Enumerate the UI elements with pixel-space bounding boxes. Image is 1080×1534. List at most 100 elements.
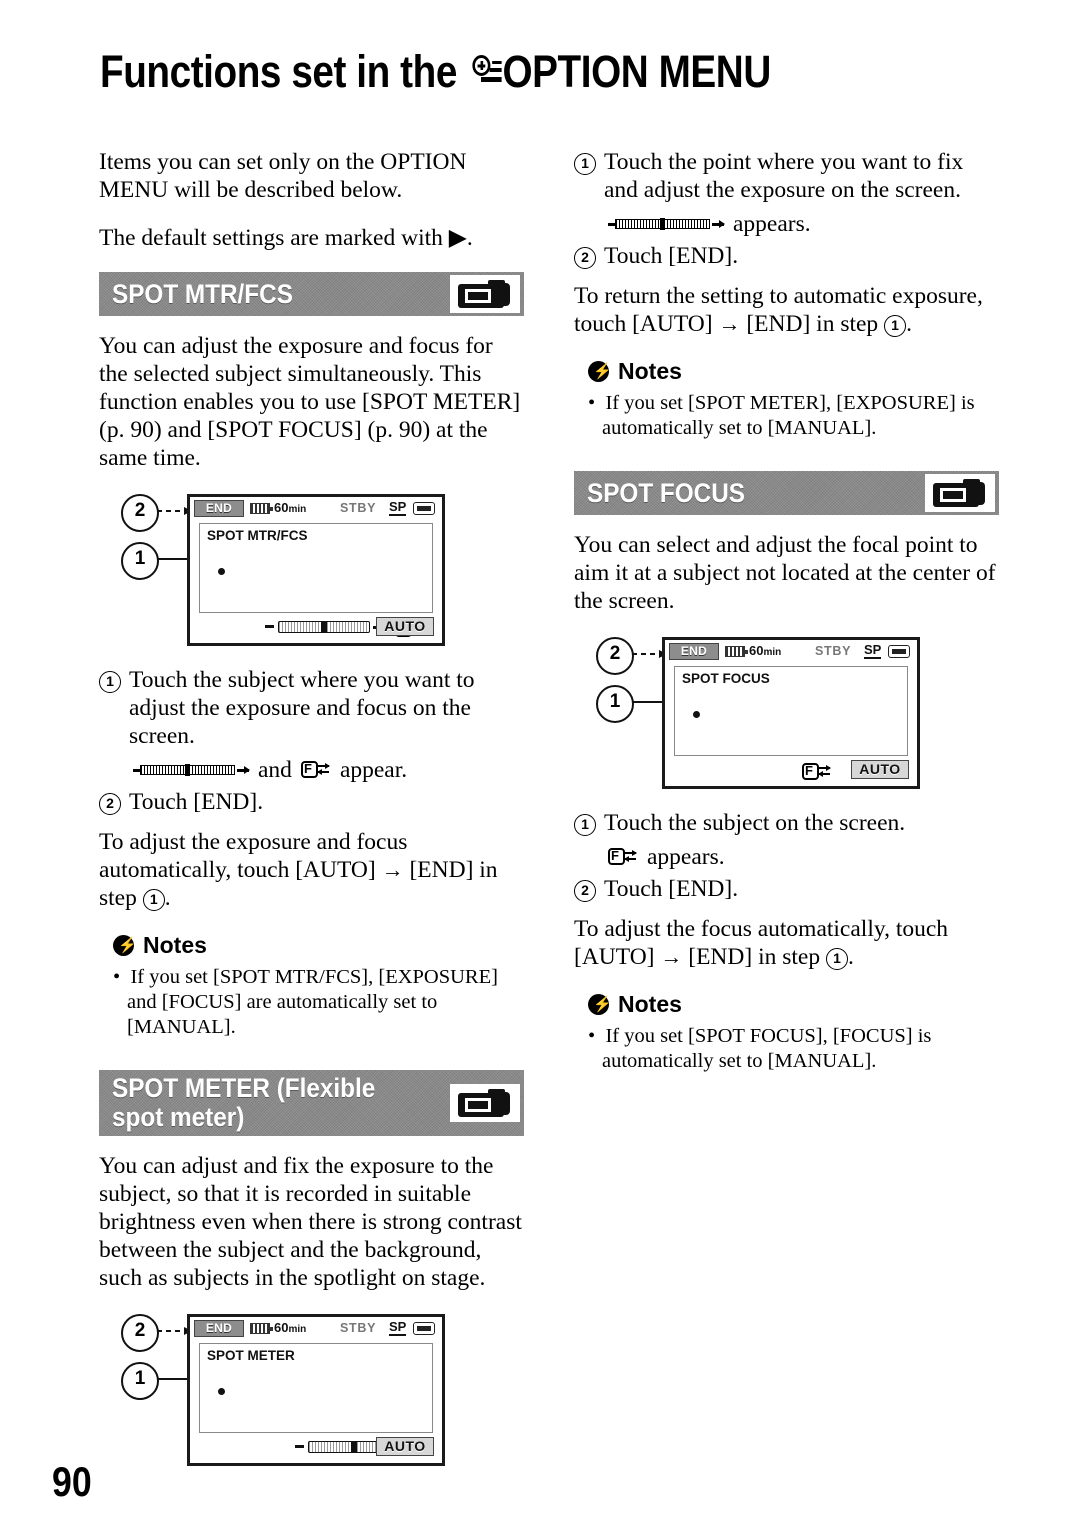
- record-mode: STBY: [815, 644, 852, 658]
- step-ref: 1: [884, 315, 907, 337]
- lcd-viewfinder-area[interactable]: SPOT MTR/FCS: [199, 523, 433, 613]
- auto-note-end: .: [906, 311, 912, 337]
- auto-note-end: .: [164, 885, 171, 911]
- auto-return-note: To adjust the focus automatically, touch…: [574, 915, 999, 971]
- spot-focus-glyph: F: [608, 847, 638, 867]
- section-header-label: SPOT METER (Flexible spot meter): [112, 1073, 376, 1132]
- step-number: 1: [574, 148, 604, 204]
- note-item: If you set [SPOT METER], [EXPOSURE] is a…: [588, 391, 999, 441]
- notes-heading-label: Notes: [618, 358, 682, 384]
- page-title-prefix: Functions set in the: [100, 46, 468, 97]
- battery-icon: [725, 646, 748, 657]
- section-body-spot-focus: You can select and adjust the focal poin…: [574, 532, 996, 614]
- section-header-spot-meter: SPOT METER (Flexible spot meter): [99, 1070, 524, 1136]
- minus-icon: [265, 625, 274, 628]
- end-button[interactable]: END: [194, 1320, 244, 1337]
- page-title-suffix: OPTION MENU: [502, 46, 772, 97]
- step-ref: 1: [142, 889, 165, 911]
- step-text: Touch the point where you want to fix an…: [604, 149, 964, 203]
- lcd-screen: END 60min STBY SP SPOT METER AUTO: [187, 1314, 445, 1466]
- minutes-value: 60: [274, 500, 289, 515]
- auto-button[interactable]: AUTO: [376, 617, 434, 636]
- end-button[interactable]: END: [669, 643, 719, 660]
- notes-heading: ⚡ Notes: [588, 358, 999, 385]
- minutes-unit: min: [763, 647, 782, 658]
- lightning-bolt-icon: ⚡: [113, 935, 137, 956]
- lcd-function-title: SPOT MTR/FCS: [207, 528, 308, 543]
- step-1: 1 Touch the subject where you want to ad…: [99, 666, 524, 750]
- step-text: Touch the subject where you want to adju…: [129, 667, 475, 749]
- callout-2-leader: [157, 1327, 192, 1335]
- lightning-bolt-icon: ⚡: [588, 994, 612, 1015]
- notes-heading: ⚡ Notes: [113, 932, 524, 959]
- slider-knob[interactable]: [351, 1442, 357, 1452]
- notes-heading: ⚡ Notes: [588, 991, 999, 1018]
- right-column: 1 Touch the point where you want to fix …: [574, 148, 999, 1076]
- camcorder-icon: [925, 474, 995, 512]
- left-column: Items you can set only on the OPTION MEN…: [99, 148, 524, 1486]
- step-1: 1 Touch the subject on the screen.: [574, 809, 999, 837]
- step-ref: 1: [825, 948, 848, 970]
- quality-indicator: SP: [864, 642, 882, 659]
- section-body-spot-mtr-fcs: You can adjust the exposure and focus fo…: [99, 333, 521, 471]
- figure-spot-meter: 2 1 END 60min STBY SP SPOT METER AUTO: [99, 1312, 524, 1472]
- section-header-spot-mtr-fcs: SPOT MTR/FCS: [99, 272, 524, 316]
- lcd-status-bar: END 60min STBY SP: [190, 497, 442, 521]
- result-tail: appears.: [733, 211, 811, 237]
- lcd-function-title: SPOT FOCUS: [682, 671, 770, 686]
- minutes-value: 60: [749, 643, 764, 658]
- minus-icon: [295, 1445, 304, 1448]
- minutes-value: 60: [274, 1320, 289, 1335]
- battery-icon: [250, 503, 273, 514]
- callout-1: 1: [596, 685, 634, 723]
- exposure-slider-glyph: [133, 764, 250, 776]
- option-menu-icon: [472, 53, 502, 93]
- result-tail: appear.: [339, 757, 408, 783]
- minutes-unit: min: [288, 1324, 307, 1335]
- lcd-screen: END 60min STBY SP SPOT FOCUS F AUTO: [662, 637, 920, 789]
- quality-indicator: SP: [389, 1319, 407, 1336]
- step-2: 2 Touch [END].: [574, 875, 999, 903]
- section-header-label: SPOT FOCUS: [587, 477, 745, 508]
- tape-icon: [413, 502, 435, 515]
- arrow-icon: →: [381, 857, 404, 882]
- page-title: Functions set in the OPTION MENU: [100, 32, 1000, 94]
- default-marker-icon: ▶: [448, 225, 467, 251]
- section-body-spot-meter: You can adjust and fix the exposure to t…: [99, 1153, 522, 1291]
- slider-knob[interactable]: [321, 622, 327, 632]
- lcd-status-bar: END 60min STBY SP: [665, 640, 917, 664]
- intro-p2-after: .: [466, 225, 473, 251]
- lcd-viewfinder-area[interactable]: SPOT FOCUS: [674, 666, 908, 756]
- section-header-label: SPOT MTR/FCS: [112, 278, 293, 309]
- lcd-control-bar: AUTO: [199, 1436, 436, 1460]
- spot-focus-glyph: F: [300, 760, 331, 780]
- result-tail: appears.: [647, 844, 725, 870]
- step-2: 2 Touch [END].: [574, 242, 999, 270]
- auto-button[interactable]: AUTO: [851, 760, 909, 779]
- lcd-viewfinder-area[interactable]: SPOT METER: [199, 1343, 433, 1433]
- lcd-control-bar: F AUTO: [199, 616, 436, 640]
- lightning-bolt-icon: ⚡: [588, 361, 612, 382]
- notes-list: If you set [SPOT FOCUS], [FOCUS] is auto…: [588, 1024, 999, 1074]
- lcd-function-title: SPOT METER: [207, 1348, 295, 1363]
- notes-list: If you set [SPOT MTR/FCS], [EXPOSURE] an…: [113, 965, 524, 1040]
- step-number: 1: [99, 666, 129, 750]
- auto-return-note: To adjust the exposure and focus automat…: [99, 828, 524, 912]
- remaining-minutes: 60min: [274, 1320, 306, 1335]
- page-title-text: Functions set in the OPTION MENU: [100, 49, 771, 94]
- camcorder-icon: [450, 1084, 520, 1122]
- notes-list: If you set [SPOT METER], [EXPOSURE] is a…: [588, 391, 999, 441]
- arrow-icon: →: [718, 311, 741, 336]
- notes-heading-label: Notes: [143, 932, 207, 958]
- note-item: If you set [SPOT FOCUS], [FOCUS] is auto…: [588, 1024, 999, 1074]
- auto-button[interactable]: AUTO: [376, 1437, 434, 1456]
- auto-note-end: .: [847, 944, 854, 970]
- manual-page: Functions set in the OPTION MENU Items y…: [0, 0, 1080, 1534]
- page-number: 90: [52, 1458, 92, 1505]
- exposure-slider[interactable]: [265, 620, 385, 634]
- note-item: If you set [SPOT MTR/FCS], [EXPOSURE] an…: [113, 965, 524, 1040]
- end-button[interactable]: END: [194, 500, 244, 517]
- step-number: 2: [99, 788, 129, 816]
- step-1-result: F appears.: [608, 843, 999, 871]
- quality-indicator: SP: [389, 499, 407, 516]
